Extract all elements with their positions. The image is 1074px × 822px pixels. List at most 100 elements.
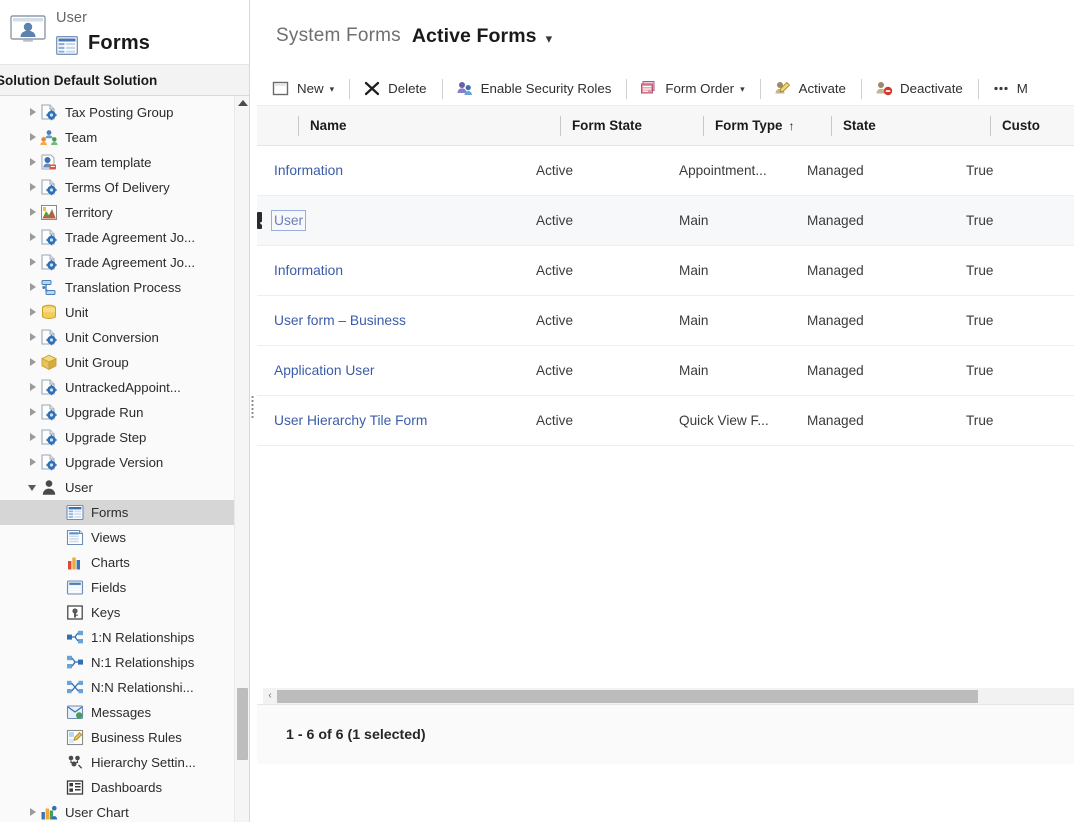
tree-item-n-n-relationshi[interactable]: N:N Relationshi...	[0, 675, 249, 700]
column-header-name[interactable]: Name	[298, 106, 560, 145]
twisty-expanded-icon[interactable]	[26, 475, 40, 500]
tree-item-upgrade-run[interactable]: Upgrade Run	[0, 400, 249, 425]
tree-item-n-1-relationships[interactable]: N:1 Relationships	[0, 650, 249, 675]
table-row[interactable]: User Hierarchy Tile FormActiveQuick View…	[257, 396, 1074, 446]
scroll-up-arrow-icon[interactable]	[238, 100, 248, 106]
twisty-collapsed-icon[interactable]	[26, 400, 40, 425]
cell-name[interactable]: Information	[262, 246, 524, 295]
tree-item-user[interactable]: User	[0, 475, 249, 500]
table-row[interactable]: InformationActiveAppointment...ManagedTr…	[257, 146, 1074, 196]
tree-item-trade-agreement-jo[interactable]: Trade Agreement Jo...	[0, 225, 249, 250]
toolbar-form-order-button[interactable]: Form Order▾	[633, 75, 753, 103]
twisty-collapsed-icon[interactable]	[26, 350, 40, 375]
cell-name[interactable]: Information	[262, 146, 524, 195]
form-name-link[interactable]: User form – Business	[274, 313, 406, 328]
twisty-collapsed-icon[interactable]	[26, 800, 40, 822]
toolbar-new-button[interactable]: New▾	[265, 75, 343, 103]
form-name-link[interactable]: Information	[274, 163, 343, 178]
chevron-down-icon[interactable]: ▾	[546, 32, 553, 45]
tree-item-charts[interactable]: Charts	[0, 550, 249, 575]
tree-item-unit[interactable]: Unit	[0, 300, 249, 325]
column-header-state[interactable]: State	[831, 106, 990, 145]
page-title: Forms	[88, 32, 150, 55]
toolbar-enable-security-roles-button[interactable]: Enable Security Roles	[449, 75, 621, 103]
toolbar-delete-button[interactable]: Delete	[356, 75, 435, 103]
hscroll-track[interactable]	[277, 689, 1074, 704]
tree-item-keys[interactable]: Keys	[0, 600, 249, 625]
tree-item-fields[interactable]: Fields	[0, 575, 249, 600]
toolbar-activate-button[interactable]: Activate	[767, 75, 855, 103]
tree-item-tax-posting-group[interactable]: Tax Posting Group	[0, 100, 249, 125]
tree-item-business-rules[interactable]: Business Rules	[0, 725, 249, 750]
form-name-link[interactable]: User	[274, 213, 303, 228]
tree-item-label: Terms Of Delivery	[65, 180, 170, 195]
column-header-customizable[interactable]: Custo	[990, 106, 1074, 145]
toolbar-button-label: M	[1017, 81, 1028, 96]
active-view-name[interactable]: Active Forms	[412, 25, 537, 48]
cell-form_state: Active	[524, 296, 667, 345]
cell-name[interactable]: User form – Business	[262, 296, 524, 345]
twisty-collapsed-icon[interactable]	[26, 150, 40, 175]
tree-item-1-n-relationships[interactable]: 1:N Relationships	[0, 625, 249, 650]
entity-gear-icon	[40, 454, 60, 472]
tree-item-translation-process[interactable]: Translation Process	[0, 275, 249, 300]
toolbar-deactivate-button[interactable]: Deactivate	[868, 75, 972, 103]
twisty-collapsed-icon[interactable]	[26, 300, 40, 325]
tree-item-dashboards[interactable]: Dashboards	[0, 775, 249, 800]
twisty-collapsed-icon[interactable]	[26, 225, 40, 250]
tree-item-team[interactable]: Team	[0, 125, 249, 150]
chevron-down-icon[interactable]: ▾	[330, 84, 335, 95]
pane-splitter[interactable]	[249, 0, 257, 822]
forms-grid-icon	[56, 36, 78, 55]
column-header-form_state[interactable]: Form State	[560, 106, 703, 145]
checkbox-checked-icon[interactable]	[257, 212, 262, 229]
twisty-collapsed-icon[interactable]	[26, 375, 40, 400]
twisty-collapsed-icon[interactable]	[26, 325, 40, 350]
twisty-collapsed-icon[interactable]	[26, 200, 40, 225]
toolbar-m-button[interactable]: M	[985, 75, 1037, 103]
grid-horizontal-scrollbar[interactable]: ‹	[263, 688, 1074, 704]
twisty-collapsed-icon[interactable]	[26, 275, 40, 300]
tree-vertical-scrollbar[interactable]	[234, 96, 249, 822]
tree-item-untrackedappoint[interactable]: UntrackedAppoint...	[0, 375, 249, 400]
tree-item-trade-agreement-jo[interactable]: Trade Agreement Jo...	[0, 250, 249, 275]
form-name-link[interactable]: Information	[274, 263, 343, 278]
table-row[interactable]: Application UserActiveMainManagedTrue	[257, 346, 1074, 396]
tree-item-hierarchy-settin[interactable]: Hierarchy Settin...	[0, 750, 249, 775]
tree-item-upgrade-step[interactable]: Upgrade Step	[0, 425, 249, 450]
tree-item-user-chart[interactable]: User Chart	[0, 800, 249, 822]
form-name-link[interactable]: User Hierarchy Tile Form	[274, 413, 427, 428]
tree-item-forms[interactable]: Forms	[0, 500, 249, 525]
hscroll-thumb[interactable]	[277, 690, 978, 703]
twisty-collapsed-icon[interactable]	[26, 175, 40, 200]
table-row[interactable]: InformationActiveMainManagedTrue	[257, 246, 1074, 296]
tree-item-terms-of-delivery[interactable]: Terms Of Delivery	[0, 175, 249, 200]
twisty-collapsed-icon[interactable]	[26, 125, 40, 150]
select-all-header-cell[interactable]	[257, 106, 298, 145]
twisty-collapsed-icon[interactable]	[26, 425, 40, 450]
toolbar-separator	[349, 79, 350, 99]
cell-name[interactable]: User	[262, 196, 524, 245]
table-row[interactable]: UserActiveMainManagedTrue	[257, 196, 1074, 246]
twisty-collapsed-icon[interactable]	[26, 100, 40, 125]
column-header-form_type[interactable]: Form Type↑	[703, 106, 831, 145]
form-name-link[interactable]: Application User	[274, 363, 374, 378]
scrollbar-thumb[interactable]	[237, 688, 248, 760]
tree-item-label: Dashboards	[91, 780, 162, 795]
twisty-collapsed-icon[interactable]	[26, 250, 40, 275]
tree-item-unit-conversion[interactable]: Unit Conversion	[0, 325, 249, 350]
cell-name[interactable]: Application User	[262, 346, 524, 395]
twisty-collapsed-icon[interactable]	[26, 450, 40, 475]
tree-item-views[interactable]: Views	[0, 525, 249, 550]
tree-item-team-template[interactable]: Team template	[0, 150, 249, 175]
tree-item-messages[interactable]: Messages	[0, 700, 249, 725]
tree-item-upgrade-version[interactable]: Upgrade Version	[0, 450, 249, 475]
tree-item-label: Messages	[91, 705, 151, 720]
tree-item-unit-group[interactable]: Unit Group	[0, 350, 249, 375]
tree-item-territory[interactable]: Territory	[0, 200, 249, 225]
cell-text: Managed	[807, 363, 864, 378]
chevron-down-icon[interactable]: ▾	[740, 84, 745, 95]
table-row[interactable]: User form – BusinessActiveMainManagedTru…	[257, 296, 1074, 346]
scroll-left-arrow-icon[interactable]: ‹	[263, 691, 277, 701]
cell-name[interactable]: User Hierarchy Tile Form	[262, 396, 524, 445]
